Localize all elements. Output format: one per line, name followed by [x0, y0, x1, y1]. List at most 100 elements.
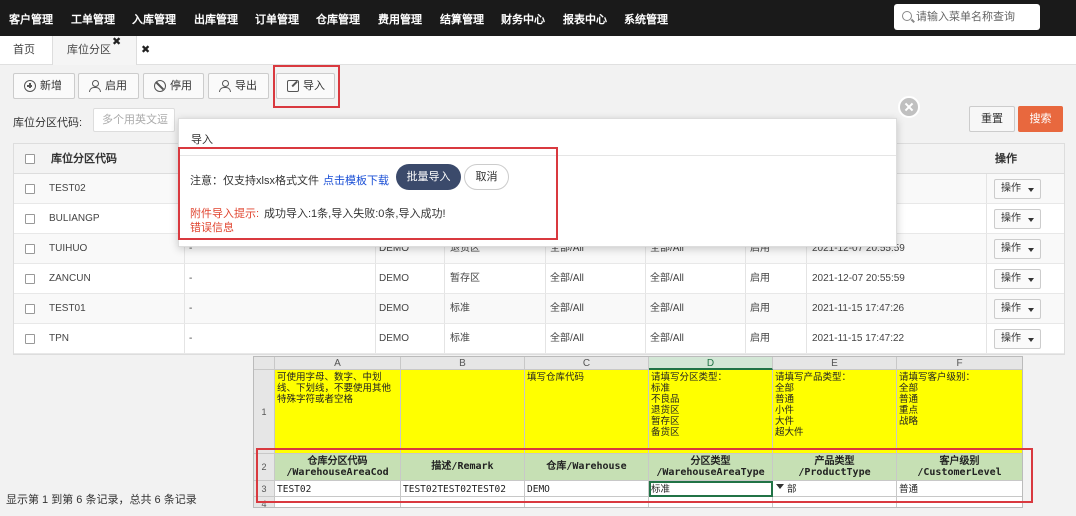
user-icon [89, 80, 101, 92]
nav-item-workorder[interactable]: 工单管理 [71, 11, 115, 27]
nav-item-customer[interactable]: 客户管理 [9, 11, 53, 27]
nav-item-fees[interactable]: 费用管理 [378, 11, 422, 27]
row-checkbox[interactable] [25, 244, 35, 254]
enable-button[interactable]: 启用 [78, 73, 139, 99]
nav-item-settlement[interactable]: 结算管理 [440, 11, 484, 27]
table-row[interactable]: TEST01 - DEMO 标准 全部/All 全部/All 启用 2021-11-15 17… [14, 294, 1064, 324]
reset-button[interactable]: 重置 [969, 106, 1015, 132]
column-divider [986, 294, 987, 323]
error-info[interactable]: 错误信息 [190, 219, 234, 235]
row-header-1: 1 [254, 370, 275, 454]
import-button-label: 导入 [303, 80, 325, 92]
table-row[interactable]: TPN - DEMO 标准 全部/All 全部/All 启用 2021-11-15 17:47… [14, 324, 1064, 354]
cell-a4[interactable] [275, 497, 401, 507]
row-action-label: 操作 [1001, 273, 1021, 284]
row-action-dropdown[interactable]: 操作 [994, 209, 1041, 229]
column-divider [545, 294, 546, 323]
row-action-label: 操作 [1001, 213, 1021, 224]
column-divider [986, 234, 987, 263]
disable-button-label: 停用 [170, 80, 192, 92]
nav-item-system[interactable]: 系统管理 [624, 11, 668, 27]
cell-d4[interactable] [649, 497, 773, 507]
plus-circle-icon [24, 80, 36, 92]
cell-c3[interactable]: DEMO [525, 481, 649, 497]
row-zone-code: ZANCUN [49, 273, 91, 284]
nav-item-reports[interactable]: 报表中心 [563, 11, 607, 27]
export-button[interactable]: 导出 [208, 73, 269, 99]
row-zone-code: BULIANGP [49, 213, 100, 224]
cell-a1: 可使用字母、数字、中划线、下划线，不要使用其他特殊字符或者空格 [275, 370, 401, 454]
nav-item-inbound[interactable]: 入库管理 [132, 11, 176, 27]
column-divider [184, 294, 185, 323]
row-header-3: 3 [254, 481, 275, 497]
nav-item-finance[interactable]: 财务中心 [501, 11, 545, 27]
cell-b3[interactable]: TEST02TEST02TEST02 [401, 481, 525, 497]
select-all-checkbox[interactable] [25, 154, 35, 164]
row-checkbox[interactable] [25, 214, 35, 224]
tab-home[interactable]: 首页 [13, 36, 35, 65]
column-divider [375, 294, 376, 323]
row-action-dropdown[interactable]: 操作 [994, 329, 1041, 349]
column-divider [986, 204, 987, 233]
row-action-dropdown[interactable]: 操作 [994, 269, 1041, 289]
column-divider [806, 294, 807, 323]
column-divider [184, 324, 185, 353]
tab-close-icon[interactable]: ✖ [112, 28, 121, 57]
row-checkbox[interactable] [25, 334, 35, 344]
cell-e1: 请填写产品类型： 全部 普通 小件 大件 超大件 [773, 370, 897, 454]
cell-d3[interactable]: 标准 [649, 481, 773, 497]
column-divider [645, 294, 646, 323]
column-header-a: A [275, 357, 401, 370]
column-divider [745, 294, 746, 323]
dropdown-arrow-icon[interactable] [776, 484, 784, 489]
tab-location-zone[interactable]: 库位分区 ✖ [52, 36, 137, 65]
sheet-corner [254, 357, 275, 370]
close-dialog-icon[interactable] [898, 96, 920, 118]
import-dialog: 导入 注意：仅支持xlsx格式文件 点击模板下载 批量导入 取消 附件导入提示:… [178, 118, 897, 247]
column-divider [806, 324, 807, 353]
header-zone-code: 库位分区代码 [51, 153, 117, 165]
row-customer-level: 全部/All [650, 273, 684, 284]
user-icon [219, 80, 231, 92]
import-button[interactable]: 导入 [276, 73, 335, 99]
search-button[interactable]: 搜索 [1018, 106, 1063, 132]
add-button[interactable]: 新增 [13, 73, 75, 99]
row-action-dropdown[interactable]: 操作 [994, 179, 1041, 199]
row-checkbox[interactable] [25, 184, 35, 194]
column-divider [745, 324, 746, 353]
row-action-dropdown[interactable]: 操作 [994, 299, 1041, 319]
cell-f4[interactable] [897, 497, 1022, 507]
column-divider [986, 264, 987, 293]
excel-template-preview: A B C D E F 1 2 3 4 可使用字母、数字、中划线、下划线，不要使… [253, 356, 1023, 508]
top-navigation: 客户管理 工单管理 入库管理 出库管理 订单管理 仓库管理 费用管理 结算管理 … [0, 0, 1076, 36]
template-download-link[interactable]: 点击模板下载 [323, 172, 389, 188]
row-customer-level: 全部/All [650, 303, 684, 314]
batch-import-button[interactable]: 批量导入 [396, 164, 461, 190]
menu-search-input[interactable] [916, 8, 1034, 26]
column-divider [184, 264, 185, 293]
cell-b4[interactable] [401, 497, 525, 507]
disable-button[interactable]: 停用 [143, 73, 204, 99]
row-status: 启用 [750, 303, 770, 314]
column-divider [375, 324, 376, 353]
nav-item-outbound[interactable]: 出库管理 [194, 11, 238, 27]
row-created-time: 2021-11-15 17:47:22 [812, 333, 905, 344]
nav-item-warehouse[interactable]: 仓库管理 [316, 11, 360, 27]
cell-e3[interactable]: 部 [773, 481, 897, 497]
row-warehouse: DEMO [379, 303, 409, 314]
row-zone-code: TEST01 [49, 303, 86, 314]
caret-down-icon [1028, 308, 1034, 312]
cancel-button[interactable]: 取消 [464, 164, 509, 190]
row-checkbox[interactable] [25, 304, 35, 314]
close-all-tabs-icon[interactable]: ✖ [141, 44, 150, 57]
row-checkbox[interactable] [25, 274, 35, 284]
nav-item-orders[interactable]: 订单管理 [255, 11, 299, 27]
zone-code-input[interactable]: 多个用英文逗 [93, 108, 175, 132]
column-divider [986, 324, 987, 353]
row-action-dropdown[interactable]: 操作 [994, 239, 1041, 259]
cell-c4[interactable] [525, 497, 649, 507]
table-row[interactable]: ZANCUN - DEMO 暂存区 全部/All 全部/All 启用 2021-12-07 2… [14, 264, 1064, 294]
cell-a3[interactable]: TEST02 [275, 481, 401, 497]
cell-f3[interactable]: 普通 [897, 481, 1022, 497]
cell-e4[interactable] [773, 497, 897, 507]
